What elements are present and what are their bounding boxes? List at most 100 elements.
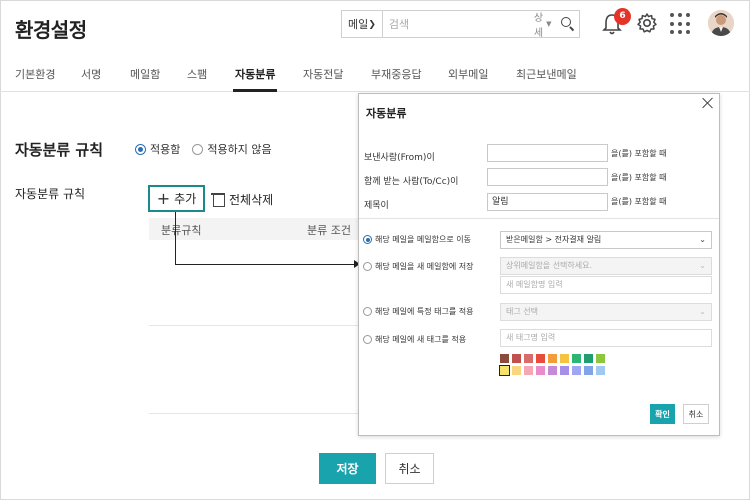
search-detail-label: 상세 (533, 13, 544, 39)
radio-new-mailbox[interactable]: 해당 메일을 새 메일함에 저장 (363, 261, 474, 272)
color-swatch[interactable] (512, 366, 521, 375)
color-swatch[interactable] (596, 366, 605, 375)
add-rule-button[interactable]: + 추가 (148, 185, 205, 212)
callout-line (175, 212, 176, 264)
subject-label: 제목이 (364, 201, 389, 211)
color-swatch[interactable] (560, 354, 569, 363)
radio-apply-label: 적용함 (150, 143, 181, 156)
table-divider (149, 413, 361, 414)
subject-input[interactable]: 알림 (487, 193, 608, 211)
radio-new-tag[interactable]: 해당 메일에 새 태그를 적용 (363, 334, 466, 345)
rule-list-label: 자동분류 규칙 (15, 187, 86, 201)
search-input[interactable] (382, 11, 534, 37)
add-rule-label: 추가 (174, 192, 197, 206)
delete-all-button[interactable]: 전체삭제 (211, 191, 273, 208)
radio-apply-dot (135, 143, 146, 155)
chevron-down-icon: ⌄ (699, 307, 706, 316)
cancel-button[interactable]: 취소 (385, 453, 434, 484)
from-label: 보낸사람(From)이 (364, 153, 435, 163)
move-mailbox-select[interactable]: 받은메일함 > 전자결재 알림 ⌄ (500, 231, 712, 249)
table-divider (149, 325, 361, 326)
avatar[interactable] (708, 10, 734, 36)
tab-recent-sent[interactable]: 최근보낸메일 (516, 66, 577, 82)
search-scope-value: 메일 (348, 18, 369, 31)
subject-suffix: 을(를) 포함할 때 (611, 197, 667, 206)
search-scope-select[interactable]: 메일 ❯ (342, 11, 383, 37)
column-rule: 분류규칙 (161, 224, 202, 237)
radio-not-apply[interactable]: 적용하지 않음 (192, 141, 272, 157)
to-cc-label: 함께 받는 사람(To/Cc)이 (364, 177, 459, 187)
gear-icon[interactable] (636, 12, 658, 34)
new-mailbox-name-input[interactable]: 새 메일함명 입력 (500, 276, 712, 294)
search-icon[interactable] (559, 15, 571, 33)
color-swatch[interactable] (536, 366, 545, 375)
color-swatch[interactable] (584, 354, 593, 363)
color-swatch[interactable] (524, 354, 533, 363)
color-swatch[interactable] (584, 366, 593, 375)
radio-apply[interactable]: 적용함 (135, 141, 180, 157)
tab-mailbox[interactable]: 메일함 (130, 66, 160, 82)
page-title: 환경설정 (15, 18, 87, 42)
new-tag-name-input[interactable]: 새 태그명 입력 (500, 329, 712, 347)
radio-new-tag-dot (363, 335, 372, 344)
radio-move-dot (363, 235, 372, 244)
tab-signature[interactable]: 서명 (81, 66, 101, 82)
apply-radio-group: 적용함 적용하지 않음 (135, 141, 284, 157)
color-swatch[interactable] (536, 354, 545, 363)
tag-select-placeholder: 태그 선택 (506, 307, 538, 316)
to-cc-suffix: 을(를) 포함할 때 (611, 173, 667, 182)
trash-icon (211, 192, 225, 207)
dialog-cancel-button[interactable]: 취소 (683, 404, 709, 424)
close-icon[interactable] (701, 96, 715, 110)
color-swatch[interactable] (524, 366, 533, 375)
callout-line (175, 264, 355, 265)
chevron-down-icon: ⌄ (699, 235, 706, 244)
color-swatch[interactable] (560, 366, 569, 375)
radio-new-mailbox-label: 해당 메일을 새 메일함에 저장 (375, 262, 474, 271)
tab-external-mail[interactable]: 외부메일 (448, 66, 488, 82)
tag-color-palette (499, 354, 605, 376)
chevron-down-icon: ❯ (368, 20, 376, 30)
tab-basic[interactable]: 기본환경 (15, 66, 55, 82)
notification-badge: 6 (614, 8, 631, 25)
radio-new-tag-label: 해당 메일에 새 태그를 적용 (375, 335, 467, 344)
radio-apply-tag[interactable]: 해당 메일에 특정 태그를 적용 (363, 306, 474, 317)
radio-apply-tag-dot (363, 307, 372, 316)
move-mailbox-value: 받은메일함 > 전자결재 알림 (506, 235, 602, 244)
color-swatch[interactable] (596, 354, 605, 363)
radio-move-to-mailbox[interactable]: 해당 메일을 메일함으로 이동 (363, 234, 471, 245)
tab-auto-classify[interactable]: 자동분류 (235, 66, 275, 82)
from-suffix: 을(를) 포함할 때 (611, 149, 667, 158)
tab-away-reply[interactable]: 부재중응답 (371, 66, 422, 82)
settings-tabs: 기본환경 서명 메일함 스팸 자동분류 자동전달 부재중응답 외부메일 최근보낸… (0, 62, 750, 92)
color-swatch[interactable] (500, 354, 509, 363)
radio-not-apply-label: 적용하지 않음 (207, 143, 272, 156)
tag-select[interactable]: 태그 선택 ⌄ (500, 303, 712, 321)
color-swatch[interactable] (499, 365, 510, 376)
active-tab-indicator (233, 89, 277, 92)
dialog-divider (359, 218, 719, 219)
color-swatch[interactable] (548, 366, 557, 375)
color-swatch[interactable] (572, 354, 581, 363)
chevron-down-icon: ⌄ (699, 261, 706, 270)
delete-all-label: 전체삭제 (229, 193, 274, 207)
radio-new-mailbox-dot (363, 262, 372, 271)
tab-auto-forward[interactable]: 자동전달 (303, 66, 343, 82)
dialog-ok-button[interactable]: 확인 (650, 404, 675, 424)
color-swatch[interactable] (512, 354, 521, 363)
save-button[interactable]: 저장 (319, 453, 376, 484)
parent-mailbox-select[interactable]: 상위메일함을 선택하세요. ⌄ (500, 257, 712, 275)
color-swatch[interactable] (548, 354, 557, 363)
search-detail-button[interactable]: 상세 ▼ (534, 9, 552, 39)
from-input[interactable] (487, 144, 608, 162)
tab-spam[interactable]: 스팸 (187, 66, 207, 82)
column-condition: 분류 조건 (307, 224, 351, 237)
parent-mailbox-placeholder: 상위메일함을 선택하세요. (506, 261, 593, 270)
dialog-title: 자동분류 (366, 107, 407, 120)
rule-section-title: 자동분류 규칙 (15, 141, 104, 159)
radio-apply-tag-label: 해당 메일에 특정 태그를 적용 (375, 307, 474, 316)
color-swatch[interactable] (572, 366, 581, 375)
to-cc-input[interactable] (487, 168, 608, 186)
apps-grid-icon[interactable] (670, 13, 692, 35)
plus-icon: + (156, 188, 171, 208)
